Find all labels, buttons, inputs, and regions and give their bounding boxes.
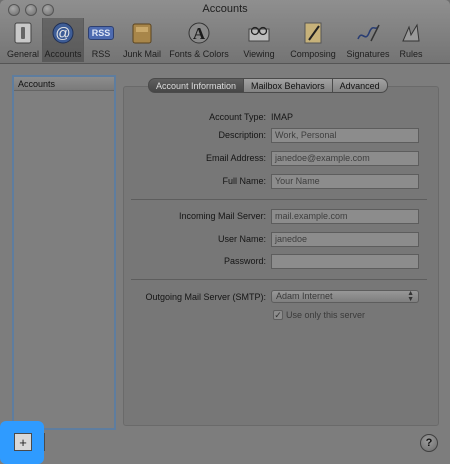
switch-icon: [10, 21, 36, 45]
tab-account-information[interactable]: Account Information: [148, 78, 245, 93]
separator: [131, 279, 427, 280]
smtp-row: Outgoing Mail Server (SMTP): Adam Intern…: [0, 290, 450, 306]
toolbar-item-fonts-colors[interactable]: A Fonts & Colors: [166, 18, 232, 62]
glasses-icon: [246, 21, 272, 45]
toolbar-item-accounts[interactable]: @ Accounts: [42, 18, 84, 62]
full-name-row: Full Name: Your Name: [0, 174, 450, 190]
description-field[interactable]: Work, Personal: [271, 128, 419, 143]
password-row: Password:: [0, 254, 450, 270]
toolbar-item-composing[interactable]: Composing: [286, 18, 340, 62]
incoming-server-field[interactable]: mail.example.com: [271, 209, 419, 224]
description-row: Description: Work, Personal: [0, 128, 450, 144]
smtp-server-value: Adam Internet: [276, 291, 333, 301]
only-this-server-label: Use only this server: [286, 310, 366, 320]
only-this-server-checkbox[interactable]: ✓: [273, 310, 283, 320]
title-bar: Accounts General @ Accounts RSS RSS Junk…: [0, 0, 450, 64]
svg-text:A: A: [193, 24, 206, 43]
signature-icon: [355, 21, 381, 45]
rules-icon: [398, 21, 424, 45]
toolbar-item-signatures[interactable]: Signatures: [340, 18, 396, 62]
email-row: Email Address: janedoe@example.com: [0, 151, 450, 167]
junk-mail-icon: [129, 21, 155, 45]
add-account-button[interactable]: +: [14, 433, 32, 451]
accounts-list-header: Accounts: [14, 77, 114, 91]
toolbar-item-general[interactable]: General: [4, 18, 42, 62]
help-button[interactable]: ?: [420, 434, 438, 452]
incoming-server-label: Incoming Mail Server:: [178, 211, 266, 221]
account-tabs: Account Information Mailbox Behaviors Ad…: [148, 78, 388, 93]
rss-icon: RSS: [88, 21, 114, 45]
account-type-row: Account Type: IMAP: [0, 110, 450, 126]
window-title: Accounts: [202, 3, 248, 15]
full-name-label: Full Name:: [222, 176, 266, 186]
email-field[interactable]: janedoe@example.com: [271, 151, 419, 166]
tab-advanced[interactable]: Advanced: [332, 78, 388, 93]
plus-icon: +: [19, 434, 27, 450]
description-label: Description:: [218, 130, 266, 140]
toolbar-item-rss[interactable]: RSS RSS: [84, 18, 118, 62]
user-name-field[interactable]: janedoe: [271, 232, 419, 247]
email-label: Email Address:: [205, 153, 266, 163]
account-type-value: IMAP: [271, 112, 294, 122]
separator: [131, 199, 427, 200]
fonts-colors-icon: A: [186, 21, 212, 45]
password-label: Password:: [223, 256, 266, 266]
password-field[interactable]: [271, 254, 419, 269]
preferences-window: Accounts General @ Accounts RSS RSS Junk…: [0, 0, 450, 464]
question-mark-icon: ?: [425, 437, 433, 449]
full-name-field[interactable]: Your Name: [271, 174, 419, 189]
toolbar-item-junk-mail[interactable]: Junk Mail: [118, 18, 166, 62]
smtp-server-popup[interactable]: Adam Internet ▲ ▼: [271, 290, 419, 303]
smtp-label: Outgoing Mail Server (SMTP):: [145, 292, 266, 302]
tab-mailbox-behaviors[interactable]: Mailbox Behaviors: [244, 78, 333, 93]
svg-text:@: @: [55, 25, 70, 42]
account-type-label: Account Type:: [209, 112, 266, 122]
popup-arrows-icon: ▲ ▼: [407, 290, 414, 303]
at-sign-icon: @: [50, 21, 76, 45]
toolbar-item-rules[interactable]: Rules: [396, 18, 426, 62]
user-name-label: User Name:: [217, 234, 266, 244]
pencil-icon: [300, 21, 326, 45]
incoming-server-row: Incoming Mail Server: mail.example.com: [0, 209, 450, 225]
preferences-toolbar: General @ Accounts RSS RSS Junk Mail A F…: [4, 18, 446, 62]
user-name-row: User Name: janedoe: [0, 232, 450, 248]
toolbar-item-viewing[interactable]: Viewing: [232, 18, 286, 62]
only-this-server-option[interactable]: ✓ Use only this server: [273, 310, 365, 320]
